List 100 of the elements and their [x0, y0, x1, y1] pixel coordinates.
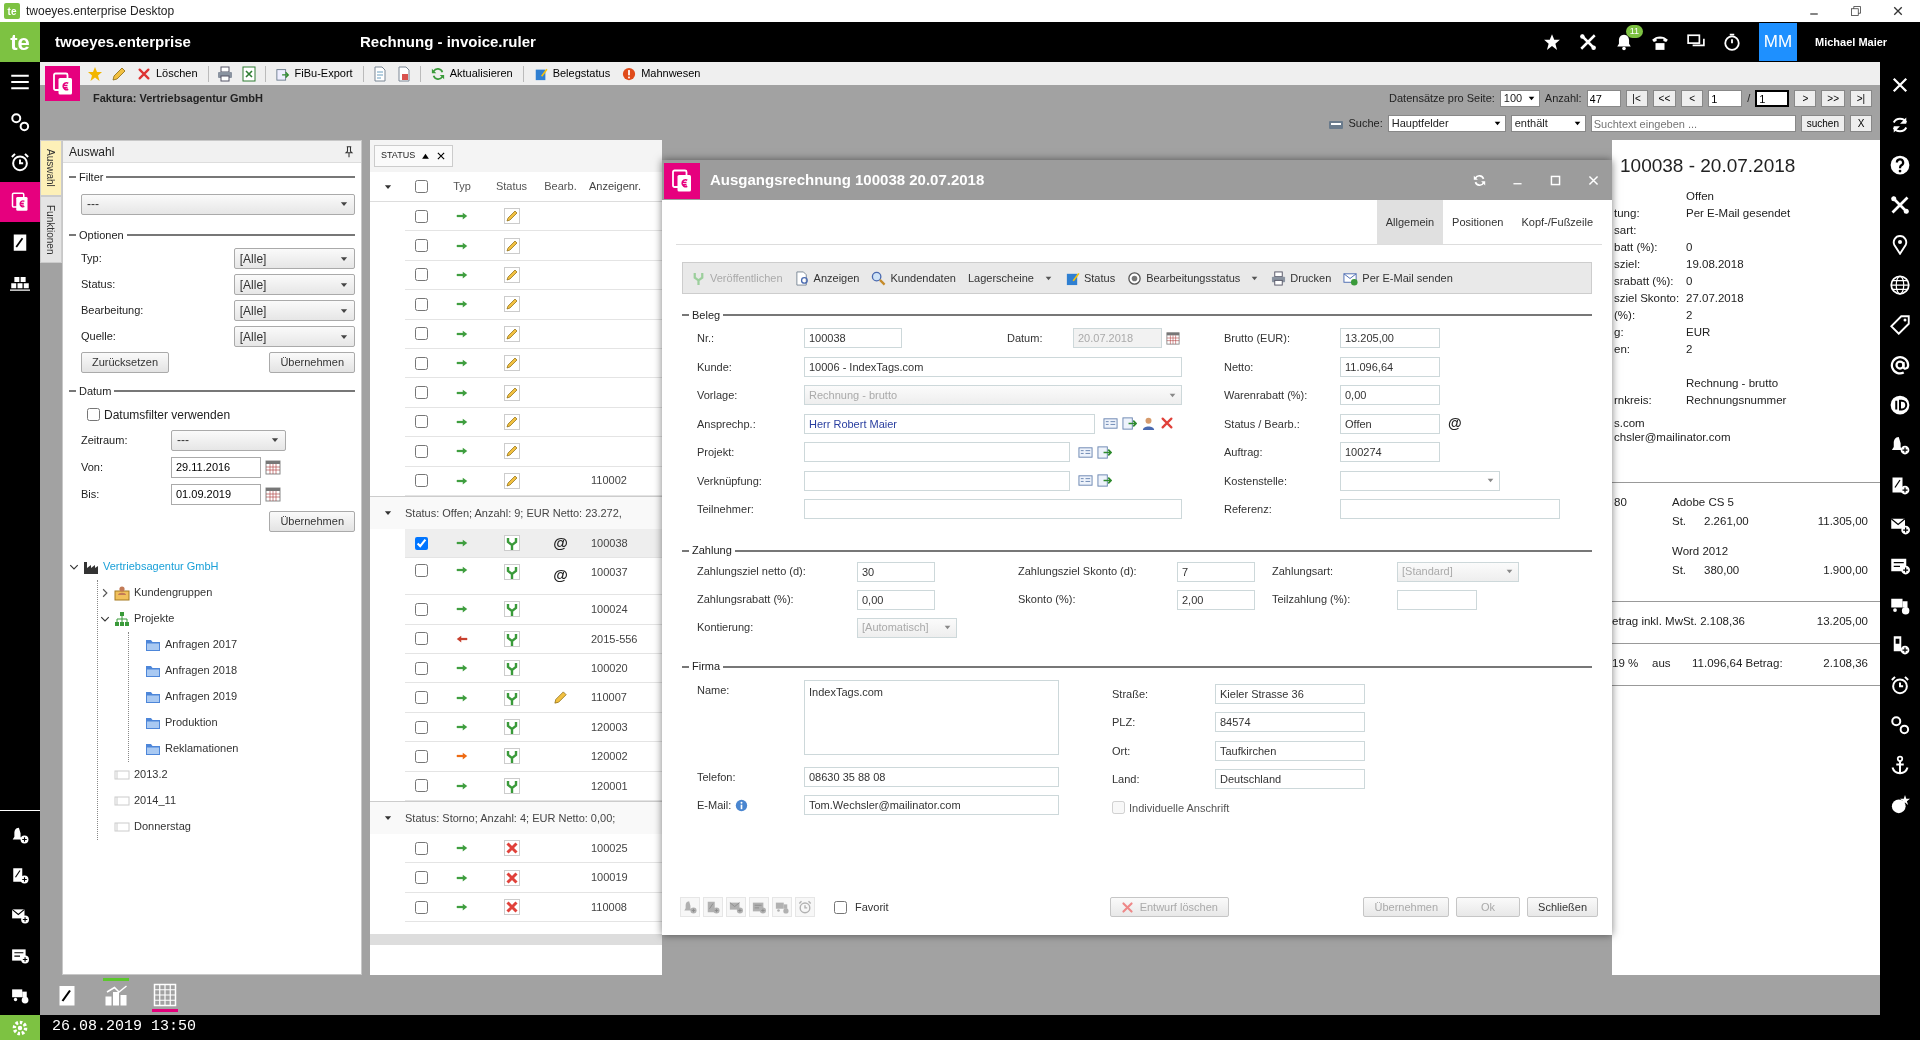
spreadsheet-icon[interactable] [240, 65, 257, 82]
next-page-button[interactable]: > [1794, 90, 1817, 107]
globe-icon[interactable] [1890, 275, 1910, 295]
notification-icon[interactable] [1615, 33, 1633, 51]
input-field[interactable]: 0,00 [1340, 385, 1440, 406]
row-checkbox[interactable] [414, 564, 428, 578]
row-checkbox[interactable] [414, 691, 428, 705]
column-header[interactable]: Typ [453, 178, 471, 195]
alarm-clock-icon[interactable] [1890, 675, 1910, 695]
bell-add-icon[interactable] [1890, 435, 1910, 455]
restore-icon[interactable] [1850, 5, 1862, 17]
input-field[interactable]: 0,00 [857, 589, 935, 610]
row-checkbox[interactable] [414, 327, 428, 341]
input-field[interactable]: Offen [1340, 413, 1440, 434]
tab[interactable]: Kopf-/Fußzeile [1512, 200, 1602, 244]
row-checkbox[interactable] [414, 268, 428, 282]
previous-pages-button[interactable]: << [1652, 90, 1677, 107]
list-icon[interactable] [1078, 473, 1093, 489]
row-checkbox[interactable] [414, 661, 428, 675]
refresh-icon[interactable] [1473, 173, 1486, 187]
checkbox[interactable] [87, 408, 100, 421]
invoice-icon[interactable] [10, 192, 30, 212]
person-icon[interactable] [1141, 416, 1156, 432]
bar-chart-icon[interactable] [104, 983, 128, 1007]
close-icon[interactable] [436, 151, 447, 161]
toolbar-button[interactable]: Drucken [1271, 269, 1332, 287]
horizontal-scrollbar[interactable] [370, 934, 662, 945]
dunning-button[interactable]: Mahnwesen [620, 65, 703, 82]
search-operator-select[interactable]: enthält [1510, 115, 1586, 132]
apply-button[interactable]: Übernehmen [269, 352, 355, 373]
toolbar-button[interactable]: Status [1064, 269, 1116, 287]
tab[interactable]: Allgemein [1376, 200, 1444, 244]
open-icon[interactable] [1097, 444, 1112, 460]
row-checkbox[interactable] [414, 536, 428, 550]
chevron-right-icon[interactable] [100, 587, 110, 598]
row-checkbox[interactable] [414, 415, 428, 429]
sort-ascending-icon[interactable] [421, 151, 431, 161]
id-badge-icon[interactable] [1890, 395, 1910, 415]
tab[interactable]: Positionen [1443, 200, 1513, 244]
contact-card-icon[interactable] [1103, 416, 1118, 432]
tree-item[interactable]: Anfragen 2019 [165, 688, 238, 705]
anchor-icon[interactable] [1890, 755, 1910, 775]
row-checkbox[interactable] [414, 632, 428, 646]
input-field[interactable]: 2,00 [1177, 589, 1255, 610]
input-field[interactable]: Tom.Wechsler@mailinator.com [804, 795, 1059, 816]
calendar-icon[interactable] [265, 486, 281, 502]
status-button[interactable]: Belegstatus [531, 65, 613, 82]
maximize-icon[interactable] [1549, 173, 1562, 187]
next-pages-button[interactable]: >> [1821, 90, 1845, 107]
column-header[interactable]: Status [495, 178, 528, 195]
gears-icon[interactable] [10, 112, 30, 132]
delete-icon[interactable] [1160, 416, 1174, 431]
bell-add-icon[interactable] [11, 826, 29, 844]
input-field[interactable]: Herr Robert Maier [804, 413, 1095, 434]
option-select[interactable]: [Alle] [233, 248, 355, 269]
row-checkbox[interactable] [414, 209, 428, 223]
toolbar-button[interactable]: Kundendaten [871, 269, 956, 287]
apply-button[interactable]: Übernehmen [269, 510, 355, 532]
page-field[interactable]: 1 [1708, 90, 1743, 107]
search-field-select[interactable]: Hauptfelder [1387, 115, 1506, 132]
row-checkbox[interactable] [414, 749, 428, 763]
tree-item[interactable]: Produktion [165, 714, 218, 731]
refresh-button[interactable]: Aktualisieren [428, 65, 515, 82]
input-field[interactable] [804, 499, 1182, 520]
close-icon[interactable] [1892, 5, 1904, 17]
row-checkbox[interactable] [414, 474, 428, 488]
row-checkbox[interactable] [414, 444, 428, 458]
row-checkbox[interactable] [414, 297, 428, 311]
input-field[interactable] [1397, 589, 1477, 610]
total-pages-field[interactable]: 1 [1755, 90, 1790, 107]
input-field[interactable]: 10006 - IndexTags.com [804, 356, 1182, 377]
toolbar-button[interactable]: Per E-Mail senden [1343, 269, 1453, 287]
tree-item[interactable]: 2013.2 [134, 766, 168, 783]
clear-search-button[interactable]: X [1850, 115, 1872, 132]
delete-button[interactable]: Löschen [135, 65, 200, 82]
pencil-icon[interactable] [111, 65, 127, 82]
column-header[interactable]: Bearb. [544, 178, 577, 195]
side-tab[interactable]: Auswahl [40, 140, 62, 196]
notepad-add-icon[interactable] [1890, 475, 1910, 495]
previous-page-button[interactable]: < [1681, 90, 1704, 107]
row-checkbox[interactable] [414, 603, 428, 616]
calendar-add-icon[interactable] [11, 946, 29, 964]
option-select[interactable]: [Alle] [233, 326, 355, 347]
row-checkbox[interactable] [414, 900, 428, 914]
input-field[interactable]: 7 [1177, 561, 1255, 582]
location-pin-icon[interactable] [1890, 235, 1910, 255]
input-field[interactable] [804, 470, 1070, 491]
input-field[interactable]: 100274 [1340, 442, 1440, 463]
truck-add-icon[interactable] [11, 986, 29, 1004]
filter-select[interactable]: --- [81, 193, 355, 215]
first-page-button[interactable]: |< [1625, 90, 1648, 107]
menu-icon[interactable] [10, 72, 30, 92]
row-checkbox[interactable] [414, 720, 428, 734]
dialog-button[interactable]: Schließen [1527, 897, 1598, 917]
row-checkbox[interactable] [414, 356, 428, 370]
help-icon[interactable] [1890, 155, 1910, 175]
option-select[interactable]: [Alle] [233, 300, 355, 321]
column-header[interactable]: Anzeigenr. [589, 180, 641, 193]
input-field[interactable]: 30 [857, 561, 935, 582]
star-icon[interactable] [1543, 33, 1561, 51]
